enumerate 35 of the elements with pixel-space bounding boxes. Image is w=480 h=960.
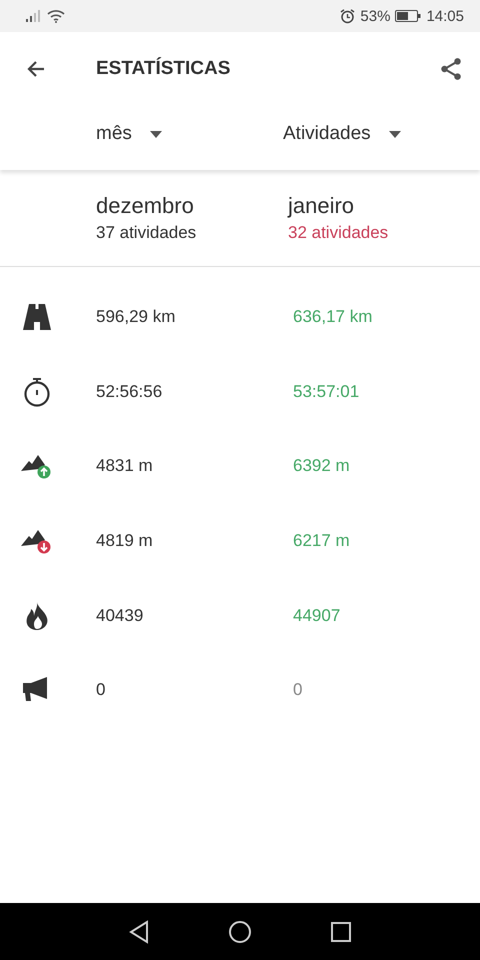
previous-value: 40439 (96, 606, 144, 626)
mountain-down-arrow-icon (21, 528, 53, 554)
back-nav-icon[interactable] (128, 920, 150, 944)
previous-value: 52:56:56 (96, 382, 164, 402)
stopwatch-icon (23, 376, 51, 407)
flame-icon (25, 602, 49, 630)
current-value: 53:57:01 (293, 382, 360, 402)
dropdown[interactable]: mês (96, 123, 283, 145)
current-value: 6217 m (293, 531, 350, 552)
previous-value: 0 (96, 680, 106, 700)
mountain-up-arrow-icon (21, 453, 53, 480)
current-value: 44907 (293, 606, 340, 626)
wifi-icon (47, 9, 65, 23)
screen-title: ESTATÍSTICAS (96, 58, 232, 80)
current-value: 0 (293, 680, 302, 700)
recents-nav-icon[interactable] (330, 920, 352, 942)
dropdown[interactable]: Atividades (283, 123, 401, 145)
period-name: janeiro (288, 193, 356, 219)
signal-icon (26, 10, 42, 22)
activity-count: 32 atividades (288, 223, 390, 243)
current-value: 6392 m (293, 456, 350, 476)
home-nav-icon[interactable] (228, 920, 252, 944)
clock: 14:05 (426, 8, 464, 24)
period-name: dezembro (96, 193, 195, 219)
battery-percent: 53% (360, 8, 390, 24)
caret-icon (150, 130, 162, 138)
previous-value: 4819 m (96, 531, 154, 552)
activity-count: 37 atividades (96, 223, 198, 243)
battery-icon (395, 10, 422, 22)
caret-icon (388, 130, 401, 138)
current-value: 636,17 km (293, 307, 372, 328)
road-icon (23, 304, 51, 330)
previous-value: 4831 m (96, 456, 154, 476)
previous-value: 596,29 km (96, 307, 176, 328)
alarm-icon (340, 8, 356, 24)
